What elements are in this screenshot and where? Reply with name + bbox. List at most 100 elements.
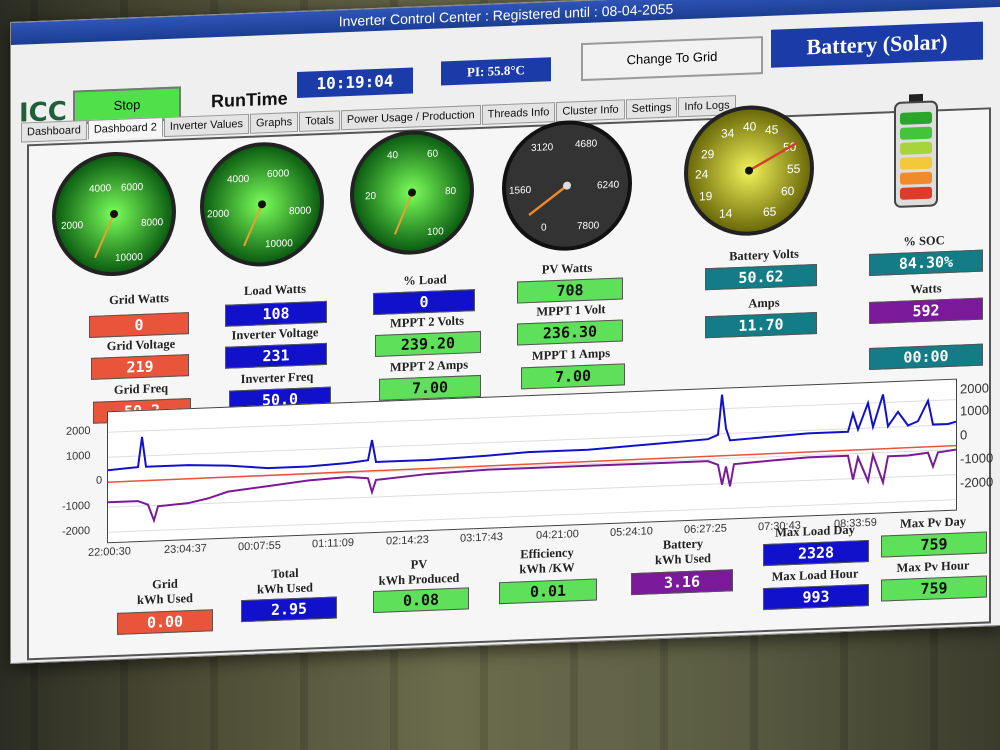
gauge-tick: 3120 xyxy=(531,142,554,154)
tab-inverter-values[interactable]: Inverter Values xyxy=(163,113,249,138)
max-pv-day-value: 759 xyxy=(881,531,987,558)
gauge-tick: 24 xyxy=(695,167,709,182)
grid-voltage-value: 219 xyxy=(91,354,189,380)
runtime-label: RunTime xyxy=(211,88,288,112)
total-kwh-label: Total kWh Used xyxy=(235,565,335,599)
y-right-tick: -1000 xyxy=(960,450,994,467)
gauge-tick: 2000 xyxy=(61,220,84,232)
gauge-tick: 2000 xyxy=(207,209,230,221)
x-tick: 04:21:00 xyxy=(536,528,579,542)
gauge-tick: 60 xyxy=(427,149,439,160)
battery-kwh-label: Battery kWh Used xyxy=(633,535,733,569)
battery-kwh-value: 3.16 xyxy=(631,569,733,596)
x-tick: 03:17:43 xyxy=(460,531,503,545)
max-load-day-label: Max Load Day xyxy=(775,522,855,540)
max-load-hour-value: 993 xyxy=(763,584,869,611)
load-watts-value: 108 xyxy=(225,300,327,327)
y-left-tick: -2000 xyxy=(62,524,91,539)
gauge-tick: 20 xyxy=(365,191,377,202)
grid-kwh-label-2: kWh Used xyxy=(137,590,193,608)
soc-label: % SOC xyxy=(903,233,945,249)
gauge-tick: 100 xyxy=(427,226,444,238)
gauge-tick: 40 xyxy=(743,119,757,134)
battery-icon xyxy=(894,93,938,208)
gauge-tick: 10000 xyxy=(115,252,143,264)
dashboard-panel: 4000 6000 2000 8000 10000 4000 6000 2000… xyxy=(27,93,994,661)
mppt2-volts-value: 239.20 xyxy=(375,330,481,357)
efficiency-label-2: kWh /KW xyxy=(519,560,575,577)
battery-volts-gauge: 34 40 45 29 50 24 55 19 60 14 65 xyxy=(684,105,814,236)
pct-load-value: 0 xyxy=(373,289,475,316)
gauge-tick: 14 xyxy=(719,206,733,221)
max-pv-day-label: Max Pv Day xyxy=(900,514,966,531)
inverter-freq-label: Inverter Freq xyxy=(240,369,314,387)
x-tick: 02:14:23 xyxy=(386,533,429,548)
gauge-tick: 80 xyxy=(445,186,457,197)
x-tick: 22:00:30 xyxy=(88,545,131,560)
total-kwh-value: 2.95 xyxy=(241,596,337,623)
gauge-tick: 40 xyxy=(387,150,399,161)
tab-graphs[interactable]: Graphs xyxy=(250,111,299,134)
max-load-hour-label: Max Load Hour xyxy=(771,566,859,584)
gauge-tick: 19 xyxy=(699,189,713,204)
gauge-tick: 10000 xyxy=(265,238,293,250)
runtime-value: 10:19:04 xyxy=(297,67,413,98)
pv-kwh-label-2: kWh Produced xyxy=(378,570,460,588)
x-tick: 00:07:55 xyxy=(238,539,281,554)
app-window: Inverter Control Center : Registered unt… xyxy=(10,0,1000,664)
gauge-tick: 8000 xyxy=(141,217,164,229)
mppt2-volts-label: MPPT 2 Volts xyxy=(389,313,465,331)
mppt1-volt-label: MPPT 1 Volt xyxy=(536,302,606,319)
battery-volts-label: Battery Volts xyxy=(729,246,799,264)
efficiency-value: 0.01 xyxy=(499,578,597,605)
time-value: 00:00 xyxy=(869,343,983,371)
soc-value: 84.30% xyxy=(869,249,983,277)
tab-dashboard[interactable]: Dashboard xyxy=(21,120,87,143)
grid-voltage-label: Grid Voltage xyxy=(106,336,176,354)
max-pv-hour-value: 759 xyxy=(881,575,987,602)
tab-totals[interactable]: Totals xyxy=(299,110,340,132)
pv-kwh-label: PV kWh Produced xyxy=(369,555,469,589)
grid-watts-label: Grid Watts xyxy=(109,290,169,308)
gauge-tick: 6000 xyxy=(267,168,290,180)
grid-watts-value: 0 xyxy=(89,312,189,338)
pv-watts-label: PV Watts xyxy=(541,260,593,277)
load-watts-label: Load Watts xyxy=(244,281,306,299)
grid-line xyxy=(108,448,957,524)
load-watts-gauge: 4000 6000 2000 8000 10000 xyxy=(200,142,324,267)
amps-label: Amps xyxy=(748,295,780,311)
pv-watts-value: 708 xyxy=(517,277,623,304)
x-tick: 05:24:10 xyxy=(610,525,653,539)
gauge-tick: 6240 xyxy=(597,180,620,192)
battery-volts-value: 50.62 xyxy=(705,263,817,291)
gauge-tick: 29 xyxy=(701,147,715,162)
y-right-tick: 2000 xyxy=(960,380,989,397)
battery-kwh-label-2: kWh Used xyxy=(655,551,711,568)
efficiency-label: Efficiency kWh /KW xyxy=(497,544,597,578)
pi-temperature: PI: 55.8°C xyxy=(441,57,551,86)
mppt1-volt-value: 236.30 xyxy=(517,319,623,346)
grid-kwh-value: 0.00 xyxy=(117,609,213,635)
gauge-tick: 6000 xyxy=(121,182,144,194)
pv-kwh-value: 0.08 xyxy=(373,587,469,614)
change-to-grid-button[interactable]: Change To Grid xyxy=(581,36,763,82)
y-left-tick: 0 xyxy=(96,474,103,487)
mppt1-amps-label: MPPT 1 Amps xyxy=(531,345,611,363)
y-left-tick: 2000 xyxy=(66,424,91,438)
x-tick: 01:11:09 xyxy=(312,536,355,551)
watts-value: 592 xyxy=(869,297,983,325)
gauge-tick: 34 xyxy=(721,126,735,141)
y-right-tick: 1000 xyxy=(960,402,989,419)
pct-load-gauge: 40 60 20 80 100 xyxy=(350,130,474,255)
gauge-tick: 7800 xyxy=(577,220,600,232)
grid-kwh-label: Grid kWh Used xyxy=(115,575,215,609)
grid-freq-label: Grid Freq xyxy=(113,380,169,398)
tab-dashboard-2[interactable]: Dashboard 2 xyxy=(87,117,163,141)
gauge-tick: 4000 xyxy=(227,174,250,186)
inverter-voltage-value: 231 xyxy=(225,342,327,369)
gauge-tick: 60 xyxy=(781,184,795,199)
x-tick: 06:27:25 xyxy=(684,522,727,537)
gauge-tick: 4680 xyxy=(575,138,598,150)
y-left-tick: -1000 xyxy=(62,499,91,514)
y-left-tick: 1000 xyxy=(66,449,91,463)
